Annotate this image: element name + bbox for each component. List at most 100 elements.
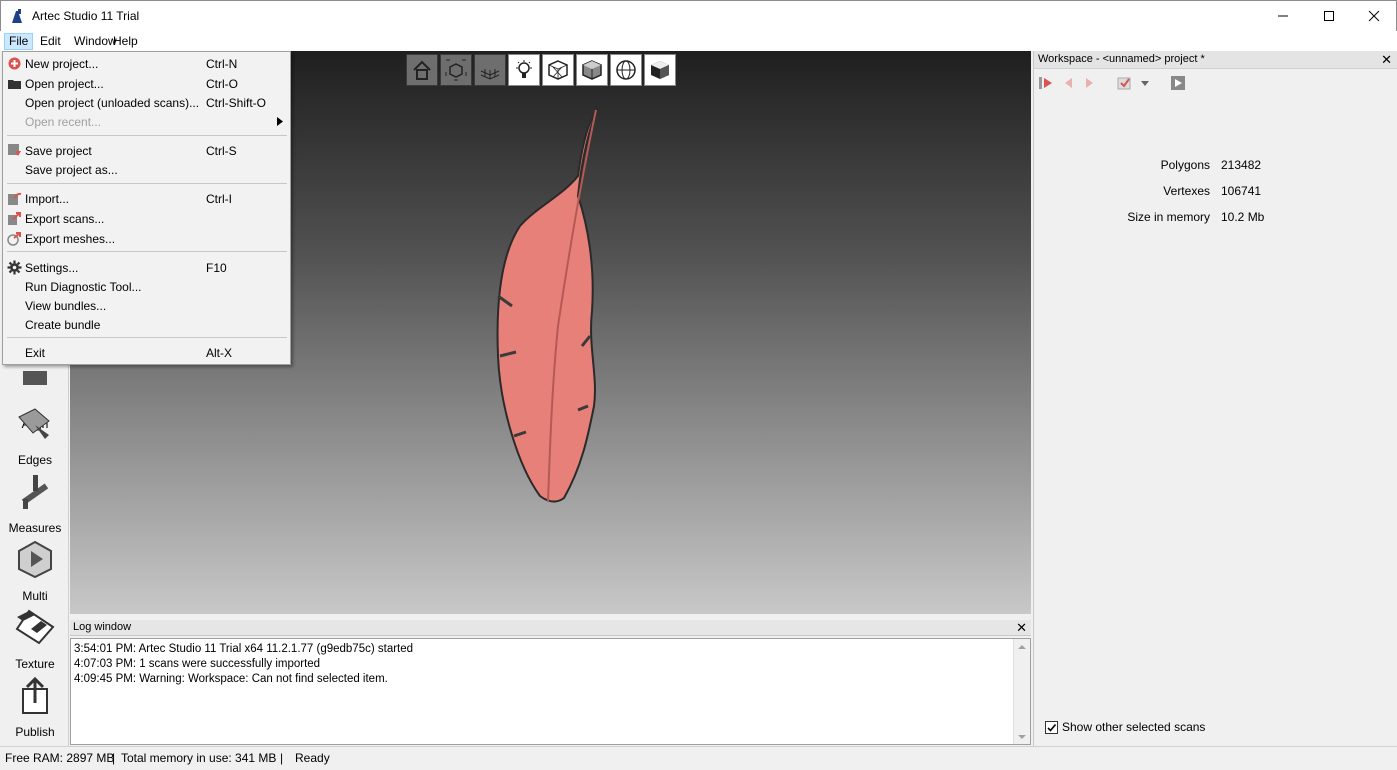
menu-separator	[7, 337, 287, 338]
scroll-arrows-icon	[1018, 645, 1026, 739]
menu-item-new-project[interactable]: New project... Ctrl-N	[3, 54, 290, 73]
stat-label-polygons: Polygons	[1160, 158, 1210, 172]
dark-cube-icon	[651, 61, 669, 79]
menu-item-export-meshes[interactable]: Export meshes...	[3, 229, 290, 248]
stat-label-vertexes: Vertexes	[1163, 184, 1210, 198]
menu-item-view-bundles[interactable]: View bundles...	[3, 296, 290, 315]
submenu-arrow-icon	[277, 117, 283, 126]
tool-multi[interactable]: Multi	[1, 537, 69, 605]
menu-item-open-recent: Open recent...	[3, 112, 290, 131]
log-line: 4:07:03 PM: 1 scans were successfully im…	[74, 658, 321, 670]
prev-scan-icon[interactable]	[1062, 75, 1076, 91]
log-window-title: Log window	[73, 621, 132, 633]
stat-value-size: 10.2 Mb	[1221, 210, 1265, 224]
textured-mode-button[interactable]	[644, 54, 676, 86]
new-project-icon	[8, 57, 21, 70]
menu-item-export-scans[interactable]: Export scans...	[3, 209, 290, 228]
folder-icon	[8, 80, 21, 89]
menu-item-save-as[interactable]: Save project as...	[3, 160, 290, 179]
workspace-toolbar	[1038, 73, 1186, 93]
wireframe-cube-icon	[548, 60, 568, 80]
menu-item-open-project[interactable]: Open project... Ctrl-O	[3, 74, 290, 93]
log-window: Log window ✕ 3:54:01 PM: Artec Studio 11…	[70, 620, 1031, 746]
menu-item-exit[interactable]: Exit Alt-X	[3, 343, 290, 362]
status-separator: |	[112, 751, 116, 765]
play-icon[interactable]	[1170, 75, 1186, 91]
lightbulb-icon	[516, 60, 532, 78]
log-scrollbar[interactable]	[1013, 639, 1030, 744]
lighting-button[interactable]	[508, 54, 540, 86]
show-other-checkbox[interactable]	[1045, 720, 1058, 734]
file-menu-dropdown: New project... Ctrl-N Open project... Ct…	[2, 51, 291, 365]
tool-measures[interactable]: Measures	[1, 469, 69, 537]
menu-item-settings[interactable]: Settings... F10	[3, 258, 290, 277]
align-icon	[23, 371, 47, 385]
menu-item-create-bundle[interactable]: Create bundle	[3, 315, 290, 334]
tool-edges[interactable]: Edges	[1, 401, 69, 469]
fit-view-button[interactable]	[440, 54, 472, 86]
chevron-down-icon[interactable]	[1140, 75, 1150, 91]
stat-label-size: Size in memory	[1127, 210, 1210, 224]
log-close-icon[interactable]: ✕	[1016, 620, 1027, 636]
select-scans-icon[interactable]	[1116, 75, 1134, 91]
close-button[interactable]	[1351, 1, 1397, 31]
ready-status: Ready	[295, 751, 330, 765]
maximize-button[interactable]	[1306, 1, 1352, 31]
home-view-button[interactable]	[406, 54, 438, 86]
total-memory-status: Total memory in use: 341 MB	[121, 751, 277, 765]
minimize-icon	[1278, 15, 1288, 17]
wireframe-mode-button[interactable]	[542, 54, 574, 86]
menu-item-diagnostic-tool[interactable]: Run Diagnostic Tool...	[3, 277, 290, 296]
tool-texture[interactable]: Texture	[1, 605, 69, 673]
minimize-button[interactable]	[1260, 1, 1306, 31]
stat-value-vertexes: 106741	[1221, 184, 1262, 198]
close-icon	[1368, 10, 1380, 22]
solid-mode-button[interactable]	[576, 54, 608, 86]
collapse-left-icon[interactable]	[1038, 75, 1056, 91]
menu-bar: File Edit Window Help	[0, 31, 1397, 51]
eraser-icon	[18, 408, 50, 439]
menu-file[interactable]: File	[4, 33, 34, 50]
next-scan-icon[interactable]	[1082, 75, 1096, 91]
log-content[interactable]: 3:54:01 PM: Artec Studio 11 Trial x64 11…	[70, 638, 1031, 745]
artec-app-icon	[12, 9, 22, 23]
log-line: 4:09:45 PM: Warning: Workspace: Can not …	[74, 673, 388, 685]
grid-icon	[480, 69, 500, 80]
show-other-label: Show other selected scans	[1062, 720, 1206, 734]
workspace-title: Workspace - <unnamed> project *	[1038, 53, 1205, 65]
feather-scan-model[interactable]	[490, 106, 610, 506]
menu-separator	[7, 183, 287, 184]
sphere-mode-button[interactable]	[610, 54, 642, 86]
menu-item-import[interactable]: Import... Ctrl-I	[3, 189, 290, 208]
status-separator: |	[280, 751, 284, 765]
home-icon	[413, 60, 431, 80]
menu-item-save-project[interactable]: Save project Ctrl-S	[3, 141, 290, 160]
menu-item-open-unloaded[interactable]: Open project (unloaded scans)... Ctrl-Sh…	[3, 93, 290, 112]
menu-separator	[7, 135, 287, 136]
export-meshes-icon	[7, 232, 21, 246]
show-other-scans-option[interactable]: Show other selected scans	[1045, 720, 1205, 734]
export-scans-icon	[8, 212, 21, 225]
checkmark-icon	[1047, 723, 1057, 732]
log-line: 3:54:01 PM: Artec Studio 11 Trial x64 11…	[74, 643, 414, 655]
save-icon	[8, 144, 21, 156]
tool-publish[interactable]: Publish	[1, 673, 69, 741]
gear-icon	[7, 260, 22, 275]
fit-cube-icon	[445, 59, 467, 81]
texture-icon	[15, 609, 55, 645]
workspace-close-icon[interactable]: ✕	[1381, 52, 1392, 68]
menu-help[interactable]: Help	[109, 33, 142, 50]
multi-shape-icon	[18, 540, 52, 579]
title-bar: Artec Studio 11 Trial	[0, 0, 1397, 31]
caliper-icon	[21, 475, 49, 509]
log-window-header: Log window ✕	[70, 620, 1031, 636]
import-icon	[8, 192, 22, 205]
solid-cube-icon	[582, 60, 602, 80]
maximize-icon	[1324, 11, 1334, 21]
stat-value-polygons: 213482	[1221, 158, 1262, 172]
status-bar: Free RAM: 2897 MB | Total memory in use:…	[0, 746, 1397, 770]
grid-view-button[interactable]	[474, 54, 506, 86]
menu-edit[interactable]: Edit	[36, 33, 65, 50]
upload-icon	[22, 676, 48, 714]
menu-separator	[7, 251, 287, 252]
